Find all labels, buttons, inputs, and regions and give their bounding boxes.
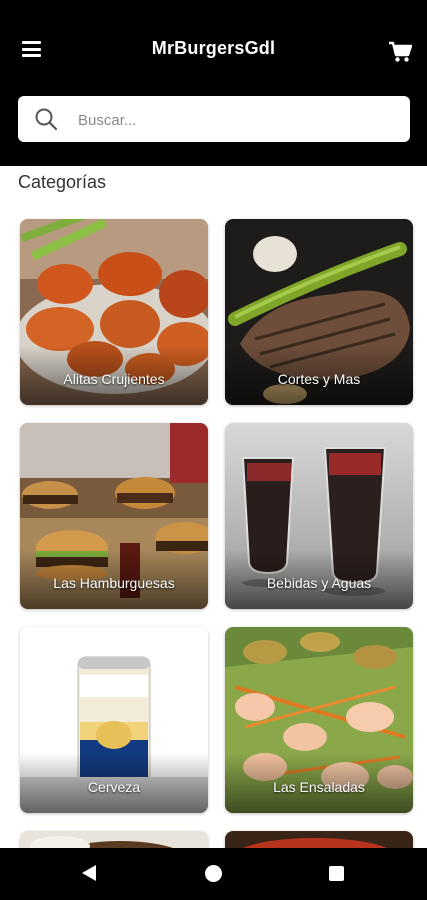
- system-navigation-bar: [0, 848, 427, 900]
- category-label: Las Hamburguesas: [53, 575, 175, 591]
- category-card-alitas[interactable]: Alitas Crujientes: [20, 219, 208, 405]
- category-grid: Alitas Crujientes Cortes y Mas Las Hambu…: [0, 0, 427, 871]
- category-label: Cortes y Mas: [277, 371, 361, 387]
- category-card-cerveza[interactable]: Cerveza: [20, 627, 208, 813]
- home-circle-icon[interactable]: [205, 865, 222, 882]
- back-triangle-icon[interactable]: [81, 864, 97, 882]
- category-label: Alitas Crujientes: [63, 371, 165, 387]
- category-label: Las Ensaladas: [273, 779, 365, 795]
- category-card-hamburguesas[interactable]: Las Hamburguesas: [20, 423, 208, 609]
- category-card-ensaladas[interactable]: Las Ensaladas: [225, 627, 413, 813]
- category-label: Cerveza: [87, 779, 141, 795]
- category-card-cortes[interactable]: Cortes y Mas: [225, 219, 413, 405]
- category-card-bebidas[interactable]: Bebidas y Aguas: [225, 423, 413, 609]
- recents-square-icon[interactable]: [329, 866, 344, 881]
- category-label: Bebidas y Aguas: [266, 575, 372, 591]
